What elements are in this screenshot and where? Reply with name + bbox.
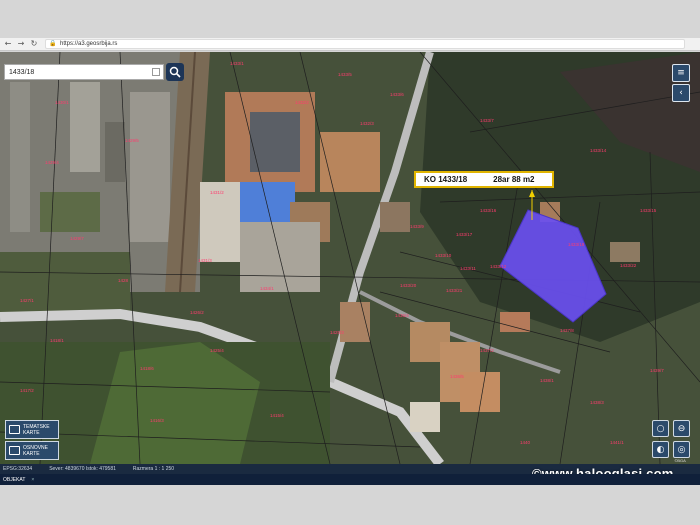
- svg-text:1433/1: 1433/1: [230, 61, 244, 66]
- magnifier-icon: [169, 66, 181, 78]
- svg-text:1431/3: 1431/3: [198, 258, 212, 263]
- svg-text:1438/1: 1438/1: [540, 378, 554, 383]
- share-button[interactable]: ‹: [672, 84, 690, 102]
- close-icon[interactable]: ×: [31, 477, 34, 483]
- svg-text:1433/7: 1433/7: [480, 118, 494, 123]
- parcel-area: 28ar 88 m2: [493, 175, 535, 184]
- svg-text:1433/6: 1433/6: [390, 92, 404, 97]
- parcel-popup: KO 1433/18 28ar 88 m2: [414, 171, 554, 188]
- svg-text:1429/5: 1429/5: [125, 138, 139, 143]
- svg-text:1433/15: 1433/15: [640, 208, 657, 213]
- svg-text:1433/14: 1433/14: [590, 148, 607, 153]
- svg-text:1433/19: 1433/19: [568, 242, 585, 247]
- svg-text:1433/21: 1433/21: [446, 288, 463, 293]
- locate-icon: ◎: [677, 444, 686, 455]
- svg-text:1433/16: 1433/16: [480, 208, 497, 213]
- share-icon: ‹: [679, 88, 683, 98]
- base-line2: KARTE: [23, 450, 40, 457]
- url-text: https://a3.geosrbija.rs: [60, 41, 118, 47]
- reload-icon[interactable]: ↻: [29, 39, 39, 49]
- svg-text:1415/4: 1415/4: [270, 413, 284, 418]
- svg-text:1433/10: 1433/10: [435, 253, 452, 258]
- bottom-panel: OBJEKAT ×: [0, 474, 700, 485]
- svg-text:1441/1: 1441/1: [610, 440, 624, 445]
- base-maps-button[interactable]: OSNOVNE KARTE: [5, 441, 59, 460]
- search-input[interactable]: 1433/18: [5, 69, 152, 76]
- arrow-right-icon[interactable]: →: [16, 39, 26, 49]
- svg-text:1433/11: 1433/11: [460, 266, 476, 271]
- search-field[interactable]: 1433/18: [4, 64, 164, 80]
- clear-box-icon[interactable]: [152, 68, 160, 76]
- svg-text:1440: 1440: [520, 440, 531, 445]
- svg-text:1432/2: 1432/2: [295, 100, 309, 105]
- svg-text:1433/5: 1433/5: [338, 72, 352, 77]
- svg-text:1432/3: 1432/3: [360, 121, 374, 126]
- bottom-margin: [0, 485, 700, 525]
- browser-toolbar: ← → ↻ 🔒 https://a3.geosrbija.rs: [0, 38, 700, 51]
- svg-text:1437/2: 1437/2: [480, 348, 494, 353]
- svg-text:1436/4: 1436/4: [395, 313, 409, 318]
- svg-text:1439/7: 1439/7: [650, 368, 664, 373]
- object-tab[interactable]: OBJEKAT: [3, 477, 25, 483]
- address-bar[interactable]: 🔒 https://a3.geosrbija.rs: [45, 39, 685, 49]
- svg-text:1427/1: 1427/1: [20, 298, 34, 303]
- basemap-icon: [9, 446, 20, 455]
- lock-icon: 🔒: [49, 40, 57, 47]
- arrow-left-icon[interactable]: ←: [3, 39, 13, 49]
- coordinates: Sever: 4839670 Istok: 479581: [49, 466, 116, 472]
- svg-text:1418/6: 1418/6: [140, 366, 154, 371]
- svg-text:1434/1: 1434/1: [260, 286, 274, 291]
- svg-text:1425/4: 1425/4: [210, 348, 224, 353]
- menu-icon: ≡: [677, 68, 685, 78]
- locate-button[interactable]: ◎: [673, 441, 690, 458]
- svg-text:1433/22: 1433/22: [620, 263, 637, 268]
- zoom-out-icon: ⊖: [677, 423, 686, 434]
- svg-text:1418/1: 1418/1: [50, 338, 64, 343]
- svg-text:1431/2: 1431/2: [210, 190, 224, 195]
- zoom-in-icon: ○: [656, 423, 665, 434]
- svg-text:1436/5: 1436/5: [450, 374, 464, 379]
- svg-text:1425/3: 1425/3: [330, 330, 344, 335]
- satellite-imagery: 1433/5 1433/6 1433/7 1433/1 1432/2 1432/3 14…: [0, 52, 700, 464]
- zoom-in-button[interactable]: ○: [652, 420, 669, 437]
- svg-text:1437/8: 1437/8: [560, 328, 574, 333]
- crs-label[interactable]: EPSG:32634: [3, 466, 32, 472]
- thematic-maps-button[interactable]: TEMATSKE KARTE: [5, 420, 59, 439]
- svg-text:1429/4: 1429/4: [45, 160, 59, 165]
- svg-text:1429/7: 1429/7: [70, 236, 84, 241]
- svg-text:1428: 1428: [118, 278, 129, 283]
- search-button[interactable]: [166, 63, 184, 81]
- svg-text:1430/1: 1430/1: [55, 100, 69, 105]
- map-canvas[interactable]: 1433/5 1433/6 1433/7 1433/1 1432/2 1432/3 14…: [0, 52, 700, 464]
- globe-button[interactable]: ◐: [652, 441, 669, 458]
- map-layers-icon: [9, 425, 20, 434]
- svg-text:1433/12: 1433/12: [490, 264, 507, 269]
- svg-text:1426/2: 1426/2: [190, 310, 204, 315]
- svg-text:1438/3: 1438/3: [590, 400, 604, 405]
- parcel-id: KO 1433/18: [424, 175, 468, 184]
- globe-icon: ◐: [656, 444, 665, 455]
- svg-text:1433/20: 1433/20: [400, 283, 417, 288]
- menu-button[interactable]: ≡: [672, 64, 690, 82]
- thematic-line2: KARTE: [23, 429, 40, 436]
- scale[interactable]: Razmera 1 : 1 250: [133, 466, 174, 472]
- svg-text:1433/9: 1433/9: [410, 224, 424, 229]
- svg-text:1417/2: 1417/2: [20, 388, 34, 393]
- top-margin: [0, 0, 700, 38]
- zoom-out-button[interactable]: ⊖: [673, 420, 690, 437]
- svg-text:1416/3: 1416/3: [150, 418, 164, 423]
- svg-text:1433/17: 1433/17: [456, 232, 473, 237]
